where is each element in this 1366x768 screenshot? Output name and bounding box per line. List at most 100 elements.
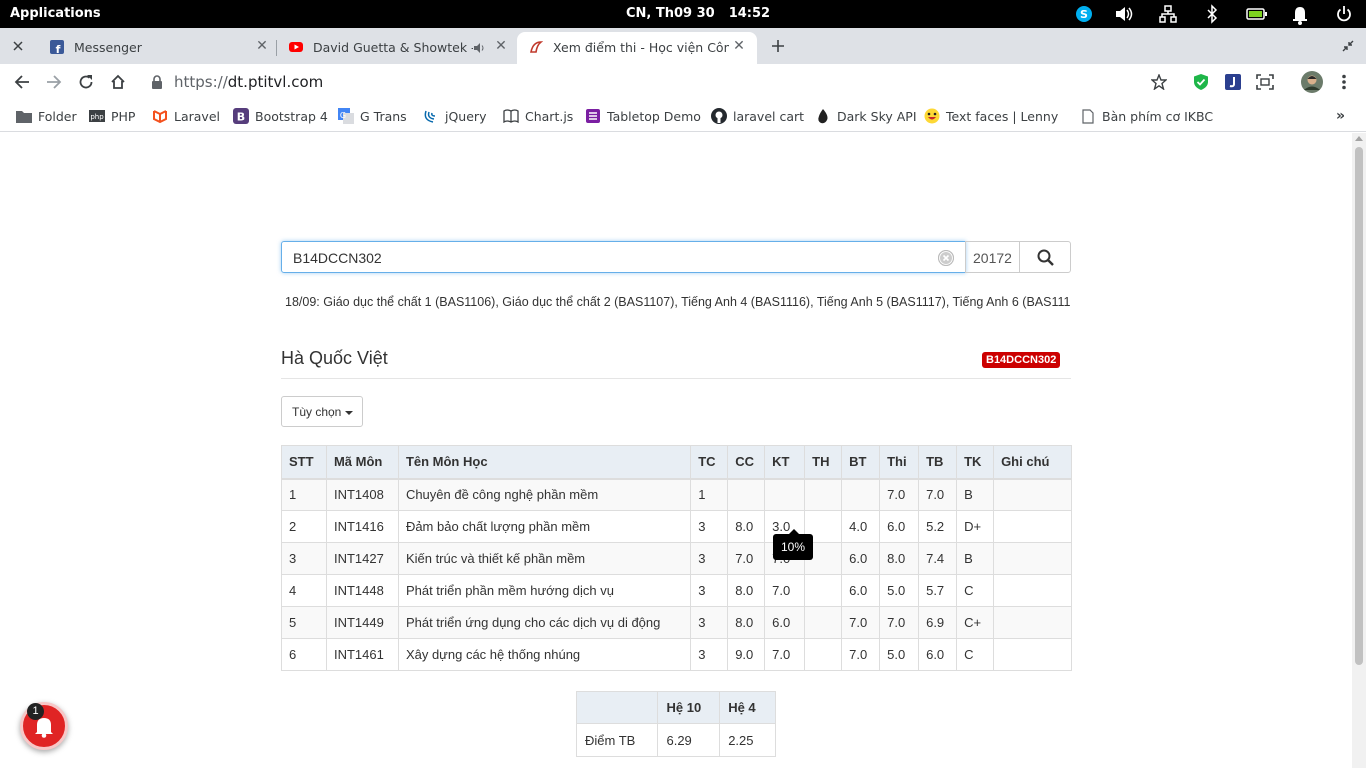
table-cell: [993, 542, 1072, 575]
bookmark-laravel[interactable]: Laravel: [152, 106, 220, 126]
table-cell: 5: [281, 606, 327, 639]
back-arrow-icon[interactable]: [10, 70, 34, 94]
bookmark-folder[interactable]: Folder: [16, 106, 77, 126]
reload-icon[interactable]: [74, 70, 98, 94]
tab-youtube[interactable]: David Guetta & Showtek - Y ✕: [277, 32, 515, 64]
semester-input[interactable]: 20172: [965, 241, 1020, 273]
table-cell: C: [956, 638, 995, 671]
bookmark-chartjs[interactable]: Chart.js: [503, 106, 573, 126]
address-bar[interactable]: https://dt.ptitvl.com: [140, 68, 1180, 96]
table-cell: 1: [690, 478, 729, 511]
profile-avatar[interactable]: [1300, 70, 1324, 94]
table-cell: 6.0: [841, 574, 881, 607]
bookmark-bootstrap[interactable]: B Bootstrap 4: [233, 106, 328, 126]
close-window-icon[interactable]: [6, 34, 30, 58]
clear-input-icon[interactable]: [938, 250, 954, 266]
bluetooth-icon[interactable]: [1205, 0, 1219, 28]
page-scrollbar[interactable]: [1352, 133, 1366, 768]
bookmark-star-icon[interactable]: [1147, 70, 1171, 94]
table-cell: 6.29: [657, 723, 721, 757]
bookmark-gtrans[interactable]: G G Trans: [338, 106, 407, 126]
youtube-icon: [289, 42, 303, 52]
tab-close-icon[interactable]: ✕: [493, 38, 509, 54]
column-header: TH: [804, 445, 843, 480]
search-button[interactable]: [1019, 241, 1071, 273]
column-header: Hệ 4: [719, 691, 776, 724]
table-cell: 2: [281, 510, 327, 543]
menu-kebab-icon[interactable]: [1332, 70, 1356, 94]
table-cell: 8.0: [879, 542, 920, 575]
tab-audio-icon[interactable]: [473, 41, 487, 55]
table-cell: [804, 574, 843, 607]
divider: [281, 378, 1071, 379]
bookmark-php[interactable]: php PHP: [89, 106, 135, 126]
minimize-window-icon[interactable]: [1336, 34, 1360, 58]
table-row: Điểm TB 6.29 2.25: [575, 723, 776, 757]
network-icon[interactable]: [1159, 0, 1177, 28]
bookmarks-overflow-icon[interactable]: »: [1336, 106, 1345, 126]
column-header: Tên Môn Học: [397, 445, 692, 480]
bookmark-ikbc[interactable]: Bàn phím cơ IKBC F8: [1080, 106, 1214, 126]
web-page: B14DCCN302 20172 18/09: Giáo dục thể chấ…: [0, 133, 1352, 768]
skype-icon[interactable]: S: [1075, 0, 1093, 28]
new-tab-icon[interactable]: [766, 34, 790, 58]
tab-title: Xem điểm thi - Học viện Công ng: [553, 40, 729, 55]
student-id-input[interactable]: B14DCCN302: [281, 241, 966, 273]
tab-close-icon[interactable]: ✕: [254, 38, 270, 54]
table-cell: [727, 478, 766, 511]
options-dropdown-button[interactable]: Tùy chọn: [281, 396, 363, 427]
screenshot-icon[interactable]: [1253, 70, 1277, 94]
power-icon[interactable]: [1336, 0, 1352, 28]
notification-bell-icon[interactable]: [1292, 0, 1308, 28]
volume-icon[interactable]: [1114, 0, 1134, 28]
bookmark-darksky[interactable]: Dark Sky API: [815, 106, 917, 126]
table-cell: 7.0: [764, 574, 806, 607]
table-cell: 7.0: [879, 606, 920, 639]
bookmark-text-faces[interactable]: Text faces | Lenny f: [924, 106, 1062, 126]
battery-icon[interactable]: [1246, 0, 1268, 28]
summary-header-row: Hệ 10 Hệ 4: [575, 691, 776, 724]
announcement-text: 18/09: Giáo dục thể chất 1 (BAS1106), Gi…: [285, 295, 1071, 309]
table-cell: 8.0: [727, 574, 766, 607]
table-cell: 1: [281, 478, 327, 511]
browser-toolbar: https://dt.ptitvl.com: [0, 64, 1366, 100]
url-scheme: https://: [174, 73, 228, 91]
column-header: Hệ 10: [657, 691, 721, 724]
bookmark-label: PHP: [111, 108, 136, 124]
table-cell: 6.0: [918, 638, 958, 671]
table-cell: 3: [690, 638, 729, 671]
home-icon[interactable]: [106, 70, 130, 94]
extension-icon[interactable]: [1221, 70, 1245, 94]
lock-icon[interactable]: [152, 75, 162, 89]
table-row: 1 INT1408 Chuyên đề công nghệ phần mềm 1 7.0…: [281, 478, 1072, 511]
tab-messenger[interactable]: f Messenger ✕: [38, 32, 276, 64]
forward-arrow-icon[interactable]: [42, 70, 66, 94]
table-cell: 4: [281, 574, 327, 607]
applications-menu[interactable]: Applications: [10, 6, 101, 21]
bookmark-laravel-cart[interactable]: laravel cart: [711, 106, 804, 126]
tab-xem-diem-thi[interactable]: Xem điểm thi - Học viện Công ng ✕: [517, 32, 757, 64]
github-icon: [711, 108, 727, 124]
ptit-icon: [530, 41, 543, 53]
notification-button[interactable]: 1: [20, 702, 68, 750]
table-cell: 6.0: [879, 510, 920, 543]
table-cell: 8.0: [727, 606, 766, 639]
table-cell: [993, 510, 1072, 543]
bookmark-tabletop[interactable]: Tabletop Demo: [585, 106, 701, 126]
bookmark-label: G Trans: [360, 108, 407, 124]
book-icon: [503, 108, 519, 124]
table-cell: Phát triển ứng dụng cho các dịch vụ di đ…: [397, 606, 692, 639]
panel-clock[interactable]: CN, Th09 30 14:52: [626, 6, 770, 21]
column-header: CC: [727, 445, 766, 480]
scrollbar-thumb[interactable]: [1355, 147, 1363, 665]
url-text: https://dt.ptitvl.com: [174, 73, 323, 91]
table-cell: 7.0: [841, 606, 881, 639]
adblock-shield-icon[interactable]: [1189, 70, 1213, 94]
table-cell: [993, 574, 1072, 607]
tab-close-icon[interactable]: ✕: [731, 38, 747, 54]
table-cell: 9.0: [727, 638, 766, 671]
table-cell: [993, 638, 1072, 671]
url-host: dt.ptitvl.com: [227, 73, 324, 91]
scroll-up-arrow-icon[interactable]: [1355, 136, 1363, 141]
bookmark-jquery[interactable]: jQuery: [423, 106, 486, 126]
